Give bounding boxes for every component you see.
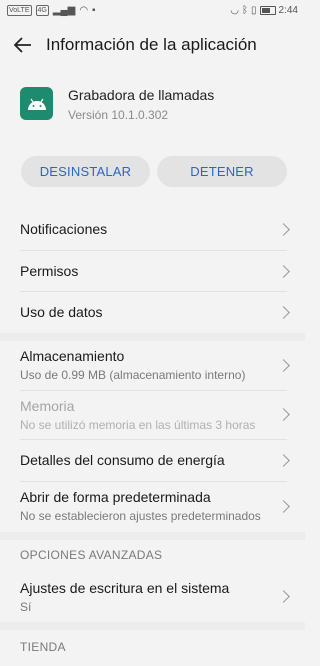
notifications-item[interactable]: Notificaciones [0, 209, 305, 249]
back-button[interactable] [0, 24, 46, 66]
android-app-icon [20, 87, 53, 120]
bluetooth-icon: ᛒ [242, 4, 249, 16]
section-gap [0, 333, 305, 341]
default-open-subtitle: No se establecieron ajustes predetermina… [20, 509, 261, 523]
uninstall-button[interactable]: DESINSTALAR [21, 156, 150, 187]
default-open-item[interactable]: Abrir de forma predeterminada No se esta… [0, 482, 305, 530]
status-right: ◡ ᛒ ▯ 2:44 [230, 5, 298, 16]
stop-button[interactable]: DETENER [157, 156, 287, 187]
app-name: Grabadora de llamadas [68, 87, 215, 103]
headset-icon: ◡ [230, 4, 240, 16]
page-title: Información de la aplicación [46, 35, 257, 54]
wifi-icon: ◠ [79, 4, 89, 16]
notifications-label: Notificaciones [20, 221, 108, 237]
app-bar: Información de la aplicación [0, 24, 305, 66]
energy-item[interactable]: Detalles del consumo de energía [0, 440, 305, 480]
storage-subtitle: Uso de 0.99 MB (almacenamiento interno) [20, 368, 246, 382]
data-usage-item[interactable]: Uso de datos [0, 292, 305, 332]
energy-label: Detalles del consumo de energía [20, 452, 225, 468]
data-usage-label: Uso de datos [20, 304, 103, 320]
clock: 2:44 [278, 4, 298, 16]
notification-icon: ▪ [92, 4, 96, 16]
app-header: Grabadora de llamadas Versión 10.1.0.302 [20, 84, 214, 122]
section-gap [0, 622, 305, 630]
battery-icon [259, 5, 276, 15]
default-open-label: Abrir de forma predeterminada [20, 489, 211, 505]
system-write-label: Ajustes de escritura en el sistema [20, 580, 230, 596]
permissions-label: Permisos [20, 263, 79, 279]
memory-subtitle: No se utilizó memoria en las últimas 3 h… [20, 418, 256, 432]
volte-indicator: VoLTE [7, 4, 32, 16]
vibrate-icon: ▯ [251, 4, 257, 16]
status-left: VoLTE 4G ▂▄▆ ◠ ▪ [7, 4, 96, 16]
memory-item[interactable]: Memoria No se utilizó memoria en las últ… [0, 391, 305, 437]
section-header-advanced: OPCIONES AVANZADAS [20, 548, 163, 562]
system-write-item[interactable]: Ajustes de escritura en el sistema Sí [0, 572, 305, 620]
section-header-store: TIENDA [20, 640, 66, 654]
signal-icon: ▂▄▆ [52, 4, 76, 16]
status-bar: VoLTE 4G ▂▄▆ ◠ ▪ ◡ ᛒ ▯ 2:44 [0, 0, 305, 20]
android-icon [27, 98, 46, 110]
memory-label: Memoria [20, 398, 75, 414]
system-write-subtitle: Sí [20, 600, 32, 614]
storage-label: Almacenamiento [20, 348, 125, 364]
section-gap [0, 532, 305, 540]
storage-item[interactable]: Almacenamiento Uso de 0.99 MB (almacenam… [0, 341, 305, 389]
network-indicator: 4G [35, 4, 49, 16]
permissions-item[interactable]: Permisos [0, 251, 305, 291]
back-arrow-icon [14, 37, 31, 53]
app-version: Versión 10.1.0.302 [68, 108, 169, 122]
